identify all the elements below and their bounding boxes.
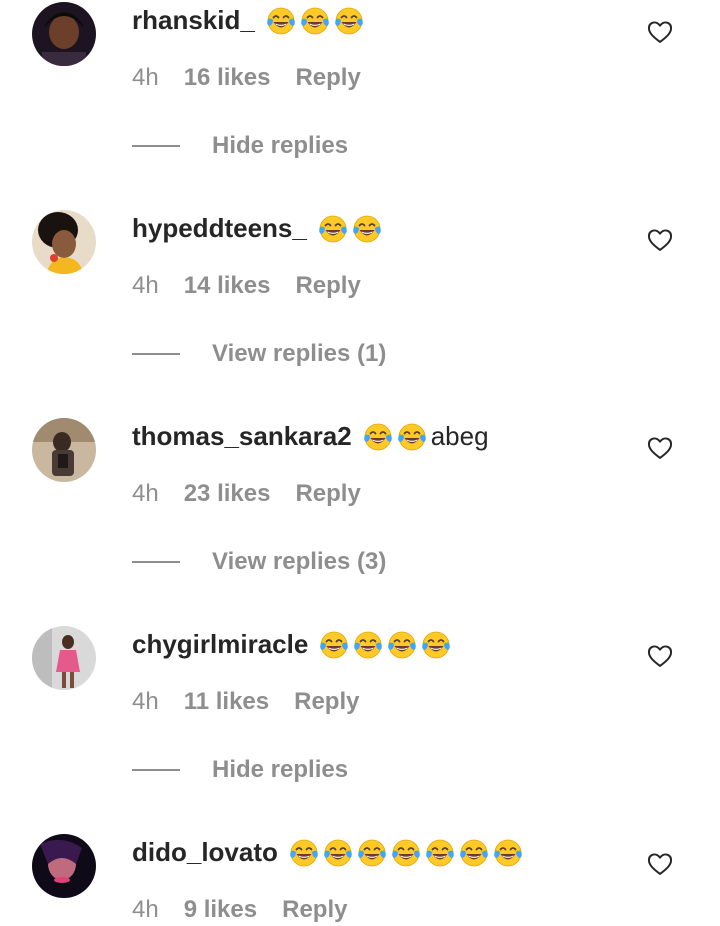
thread-line [132, 353, 180, 355]
replies-toggle[interactable]: Hide replies [132, 132, 348, 160]
tears-of-joy-emoji-icon [322, 837, 354, 869]
replies-toggle[interactable]: View replies (3) [132, 548, 386, 576]
tears-of-joy-emoji-icon [424, 837, 456, 869]
comment-text: abeg [362, 419, 489, 452]
comment-item: hypeddteens_ 4h 14 likes Reply View repl… [0, 208, 720, 416]
avatar[interactable] [32, 210, 96, 274]
comment-text [265, 3, 368, 36]
timestamp: 4h [132, 896, 159, 923]
comment-item: dido_lovato 4h 9 likes Reply [0, 832, 720, 926]
tears-of-joy-emoji-icon [390, 837, 422, 869]
likes-count[interactable]: 11 likes [184, 688, 269, 716]
comment-item: rhanskid_ 4h 16 likes Reply Hide replies [0, 0, 720, 208]
likes-count[interactable]: 14 likes [184, 272, 271, 300]
tears-of-joy-emoji-icon [351, 213, 383, 245]
reply-button[interactable]: Reply [294, 688, 359, 716]
heart-outline-icon[interactable] [646, 226, 674, 254]
username[interactable]: thomas_sankara2 [132, 421, 352, 452]
replies-toggle[interactable]: Hide replies [132, 756, 348, 784]
comment-text [318, 627, 455, 660]
avatar[interactable] [32, 834, 96, 898]
tears-of-joy-emoji-icon [420, 629, 452, 661]
tears-of-joy-emoji-icon [299, 5, 331, 37]
thread-line [132, 769, 180, 771]
avatar[interactable] [32, 626, 96, 690]
avatar[interactable] [32, 2, 96, 66]
username[interactable]: chygirlmiracle [132, 629, 308, 660]
tears-of-joy-emoji-icon [265, 5, 297, 37]
reply-button[interactable]: Reply [282, 896, 347, 924]
tears-of-joy-emoji-icon [396, 421, 428, 453]
tears-of-joy-emoji-icon [352, 629, 384, 661]
reply-button[interactable]: Reply [295, 64, 360, 92]
tears-of-joy-emoji-icon [492, 837, 524, 869]
tears-of-joy-emoji-icon [458, 837, 490, 869]
comment-text-tail: abeg [430, 420, 489, 451]
tears-of-joy-emoji-icon [362, 421, 394, 453]
avatar[interactable] [32, 418, 96, 482]
heart-outline-icon[interactable] [646, 642, 674, 670]
timestamp: 4h [132, 64, 159, 91]
thread-line [132, 561, 180, 563]
tears-of-joy-emoji-icon [288, 837, 320, 869]
tears-of-joy-emoji-icon [356, 837, 388, 869]
timestamp: 4h [132, 688, 159, 715]
replies-toggle-label[interactable]: View replies (1) [212, 340, 386, 368]
replies-toggle[interactable]: View replies (1) [132, 340, 386, 368]
replies-toggle-label[interactable]: View replies (3) [212, 548, 386, 576]
replies-toggle-label[interactable]: Hide replies [212, 756, 348, 784]
heart-outline-icon[interactable] [646, 434, 674, 462]
reply-button[interactable]: Reply [295, 272, 360, 300]
username[interactable]: dido_lovato [132, 837, 278, 868]
username[interactable]: rhanskid_ [132, 5, 255, 36]
reply-button[interactable]: Reply [295, 480, 360, 508]
heart-outline-icon[interactable] [646, 850, 674, 878]
comment-text [288, 835, 527, 868]
timestamp: 4h [132, 272, 159, 299]
likes-count[interactable]: 23 likes [184, 480, 271, 508]
heart-outline-icon[interactable] [646, 18, 674, 46]
timestamp: 4h [132, 480, 159, 507]
comment-item: chygirlmiracle 4h 11 likes Reply Hide re… [0, 624, 720, 832]
comment-item: thomas_sankara2 abeg 4h 23 likes Reply V… [0, 416, 720, 624]
tears-of-joy-emoji-icon [386, 629, 418, 661]
replies-toggle-label[interactable]: Hide replies [212, 132, 348, 160]
likes-count[interactable]: 9 likes [184, 896, 257, 924]
tears-of-joy-emoji-icon [333, 5, 365, 37]
tears-of-joy-emoji-icon [318, 629, 350, 661]
comment-text [317, 211, 386, 244]
thread-line [132, 145, 180, 147]
tears-of-joy-emoji-icon [317, 213, 349, 245]
username[interactable]: hypeddteens_ [132, 213, 307, 244]
likes-count[interactable]: 16 likes [184, 64, 271, 92]
